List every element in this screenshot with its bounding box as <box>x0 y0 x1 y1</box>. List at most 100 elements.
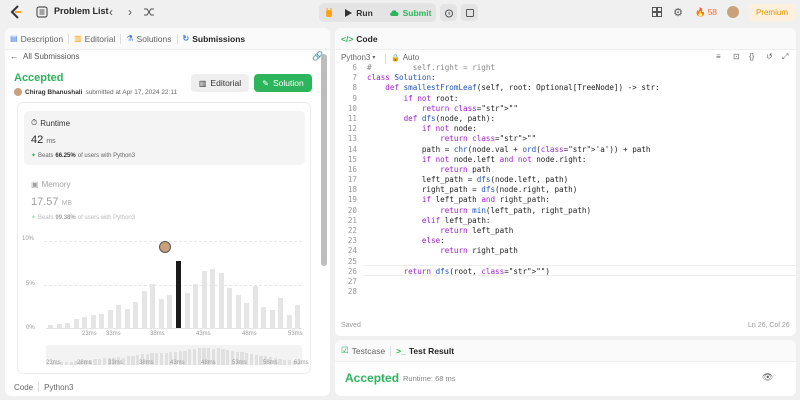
debug-icon[interactable] <box>322 5 336 20</box>
bar[interactable] <box>235 295 241 328</box>
runtime-value: 42 ms <box>31 134 56 146</box>
tab-test-result[interactable]: >_ Test Result <box>391 340 459 361</box>
problem-list-icon[interactable] <box>35 5 49 19</box>
top-bar: Problem List ‹ › Run Submit ⚙ 🔥 58 Premiu… <box>0 0 800 25</box>
line-number: 16 <box>347 164 357 174</box>
chevron-right-icon[interactable]: › <box>123 5 137 19</box>
tab-solutions[interactable]: ⚗ Solutions <box>121 28 176 49</box>
memory-beats: ✦ Beats 99.38% of users with Python3 <box>31 214 136 222</box>
checkbox-icon: ☑ <box>341 345 349 355</box>
settings-gear-icon[interactable]: ⚙ <box>671 5 685 19</box>
description-icon: ▤ <box>10 34 18 43</box>
code-line: 24 return right_path <box>335 246 796 256</box>
reset-icon[interactable]: ↺ <box>766 52 773 61</box>
solution-button[interactable]: ✎ Solution <box>254 74 312 92</box>
line-text: path = chr(node.val + ord(class="str">'a… <box>367 144 651 154</box>
bar[interactable] <box>218 273 224 328</box>
run-button[interactable]: Run <box>340 4 378 21</box>
bar[interactable] <box>286 314 292 328</box>
mini-tick-label: 33ms <box>108 360 123 366</box>
line-text: return class="str">"" <box>440 134 537 144</box>
bar[interactable] <box>261 306 267 328</box>
bars-area <box>46 241 302 329</box>
edit-icon: ✎ <box>262 78 269 88</box>
problem-list-link[interactable]: Problem List <box>54 6 109 16</box>
tab-code[interactable]: </> Code <box>335 28 383 49</box>
x-tick-label: 23ms <box>82 331 97 337</box>
bar[interactable] <box>269 310 275 328</box>
code-label: Code <box>14 382 34 392</box>
bar[interactable] <box>227 288 233 328</box>
line-number: 18 <box>347 185 357 195</box>
expand-icon[interactable]: ⤢ <box>782 52 788 62</box>
bar[interactable] <box>65 322 71 328</box>
author-name[interactable]: Chirag Bhanushali <box>25 89 82 96</box>
auto-mode[interactable]: 🔒 Auto <box>391 53 419 62</box>
flame-icon: 🔥 <box>694 6 706 17</box>
mini-tick-label: 23ms <box>46 360 61 366</box>
eye-icon[interactable]: 👁 <box>762 372 773 383</box>
saved-status: Saved <box>341 322 361 329</box>
line-text: class Solution: <box>367 73 436 83</box>
bar[interactable] <box>107 310 113 328</box>
shuffle-icon[interactable] <box>142 5 156 19</box>
menu-icon[interactable]: ≡ <box>716 52 721 61</box>
bar-current-runtime[interactable] <box>176 261 181 328</box>
bar[interactable] <box>116 305 122 328</box>
code-line: 12 if not node: <box>335 124 796 134</box>
submit-button[interactable]: Submit <box>386 4 434 21</box>
code-tabs: </> Code <box>335 28 796 50</box>
line-text: else: <box>421 236 445 246</box>
bar[interactable] <box>252 285 258 328</box>
leetcode-logo[interactable] <box>9 5 23 19</box>
memory-value: 17.57 MB <box>31 196 73 208</box>
bar[interactable] <box>278 298 284 328</box>
bar[interactable] <box>48 325 53 328</box>
tab-submissions[interactable]: ↻ Submissions <box>178 28 251 49</box>
chevron-left-icon[interactable]: ‹ <box>104 5 118 19</box>
mini-tick-label: 58ms <box>263 360 278 366</box>
premium-button[interactable]: Premium <box>749 4 795 21</box>
alarm-icon[interactable] <box>440 4 457 21</box>
mini-tick-label: 38ms <box>139 360 154 366</box>
bar[interactable] <box>141 291 147 328</box>
line-number: 14 <box>347 144 357 154</box>
memory-card[interactable]: ▣ Memory 17.57 MB ✦ Beats 99.38% of users wi… <box>24 173 305 227</box>
bar[interactable] <box>82 316 88 328</box>
notes-icon[interactable] <box>461 4 478 21</box>
bar[interactable] <box>150 284 156 328</box>
bar[interactable] <box>201 270 207 328</box>
bar[interactable] <box>193 284 199 328</box>
scrollbar[interactable] <box>321 54 327 266</box>
line-number: 7 <box>352 73 357 83</box>
streak-badge[interactable]: 🔥 58 <box>692 5 720 19</box>
bar[interactable] <box>133 301 139 328</box>
x-tick-label: 33ms <box>106 331 121 337</box>
avatar[interactable] <box>727 6 739 18</box>
tab-description[interactable]: ▤ Description <box>5 28 68 49</box>
braces-icon[interactable]: {} <box>749 52 754 61</box>
bar[interactable] <box>90 314 96 328</box>
tab-testcase[interactable]: ☑ Testcase <box>335 340 390 361</box>
editorial-button[interactable]: ▥ Editorial <box>191 74 249 92</box>
bar[interactable] <box>244 303 250 328</box>
line-number: 24 <box>347 246 357 256</box>
runtime-card[interactable]: ⏱ Runtime 42 ms ✦ Beats 66.25% of users with… <box>24 111 305 165</box>
tab-editorial[interactable]: ▥ Editorial <box>69 28 120 49</box>
language-select[interactable]: Python3 ▾ <box>341 53 375 62</box>
bar[interactable] <box>99 313 105 328</box>
bar[interactable] <box>295 305 301 328</box>
bar[interactable] <box>124 308 130 328</box>
y-tick-label: 10% <box>22 236 35 242</box>
bookmark-icon[interactable]: ⊡ <box>733 52 740 61</box>
back-link[interactable]: ← All Submissions <box>10 52 79 61</box>
layout-icon[interactable] <box>650 5 664 19</box>
bar[interactable] <box>56 324 62 328</box>
bar[interactable] <box>73 319 79 328</box>
bar[interactable] <box>158 298 164 328</box>
code-editor[interactable]: 6 # self.right = right 7 class Solution: 8 d… <box>335 63 796 297</box>
bar[interactable] <box>184 292 190 328</box>
bar[interactable] <box>210 269 216 328</box>
bar[interactable] <box>167 294 173 328</box>
code-footer: Code Python3 <box>14 382 73 392</box>
